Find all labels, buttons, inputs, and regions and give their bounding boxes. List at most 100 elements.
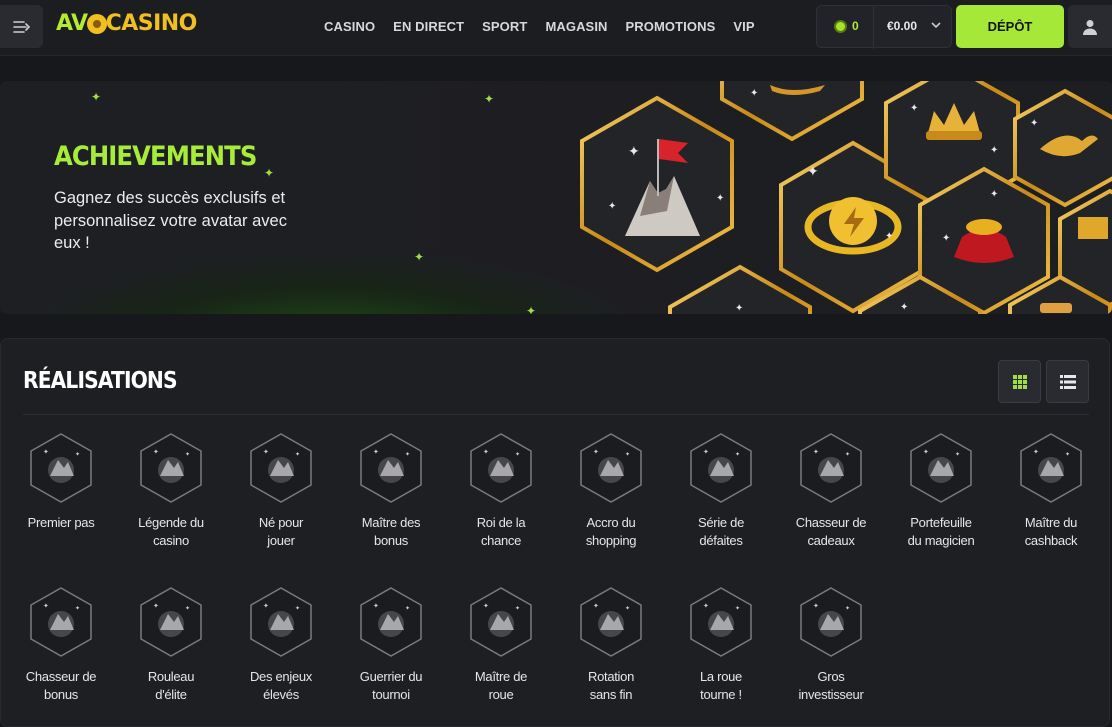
achievement-item[interactable]: ✦ ✦ Rotation sans fin	[561, 586, 661, 703]
achievement-label: Roi de la chance	[476, 515, 526, 548]
achievement-item[interactable]: ✦ ✦ Maître du cashback	[1001, 432, 1101, 549]
magic-cauldron-icon: ✦ ✦	[910, 433, 972, 503]
casino-logo[interactable]: AV CASINO	[56, 11, 197, 36]
achievement-item[interactable]: ✦ ✦ Roi de la chance	[451, 432, 551, 549]
coin-count: 0	[852, 19, 859, 33]
target-icon: ✦ ✦	[250, 433, 312, 503]
list-view-button[interactable]	[1046, 360, 1089, 403]
achievement-item[interactable]: ✦ ✦ Légende du casino	[121, 432, 221, 549]
svg-text:✦: ✦	[813, 602, 819, 610]
nav-shop[interactable]: MAGASIN	[545, 19, 607, 34]
nav-vip[interactable]: VIP	[733, 19, 754, 34]
sparkle-icon: ✦	[264, 166, 275, 180]
svg-text:✦: ✦	[405, 451, 410, 458]
achievement-item[interactable]: ✦ ✦ Gros investisseur	[781, 586, 881, 703]
section-title: RÉALISATIONS	[23, 368, 178, 394]
chevron-down-icon	[931, 22, 941, 29]
achievement-label: Série de défaites	[697, 515, 745, 548]
svg-text:✦: ✦	[845, 451, 850, 458]
treasure-icon: ✦ ✦	[360, 433, 422, 503]
menu-toggle-button[interactable]	[0, 5, 43, 48]
menu-collapse-icon	[12, 20, 30, 33]
achievement-label: Chasseur de cadeaux	[795, 515, 867, 548]
svg-text:✦: ✦	[185, 605, 190, 612]
achievement-item[interactable]: ✦ ✦ Accro du shopping	[561, 432, 661, 549]
svg-text:✦: ✦	[1065, 451, 1070, 458]
svg-text:✦: ✦	[845, 605, 850, 612]
achievement-label: Maître de roue	[474, 669, 528, 702]
achievement-item[interactable]: ✦ ✦ Série de défaites	[671, 432, 771, 549]
nav-live[interactable]: EN DIRECT	[393, 19, 464, 34]
avocado-logo-icon	[86, 13, 107, 34]
achievement-label: Premier pas	[27, 515, 95, 530]
svg-text:✦: ✦	[1033, 448, 1039, 456]
deposit-button[interactable]: DÉPÔT	[956, 5, 1064, 48]
achievement-item[interactable]: ✦ ✦ Maître des bonus	[341, 432, 441, 549]
wheel-icon: ✦ ✦	[690, 587, 752, 657]
grid-view-icon	[1012, 374, 1027, 389]
svg-text:✦: ✦	[593, 448, 599, 456]
achievement-item[interactable]: ✦ ✦ Guerrier du tournoi	[341, 586, 441, 703]
svg-text:✦: ✦	[43, 448, 49, 456]
wallet-selector[interactable]: 0 €0.00	[816, 5, 952, 49]
svg-text:✦: ✦	[1030, 118, 1038, 129]
svg-text:✦: ✦	[625, 605, 630, 612]
svg-text:✦: ✦	[593, 602, 599, 610]
nav-promotions[interactable]: PROMOTIONS	[626, 19, 716, 34]
achievements-banner: ✦ ✦ ✦ ✦ ✦ ACHIEVEMENTS Gagnez des succès…	[0, 81, 1112, 314]
grid-view-button[interactable]	[998, 360, 1041, 403]
svg-text:✦: ✦	[628, 143, 640, 159]
sparkle-icon: ✦	[484, 92, 495, 106]
user-account-button[interactable]	[1068, 5, 1112, 48]
achievement-label: Maître des bonus	[361, 515, 421, 548]
sparkle-icon: ✦	[526, 304, 537, 314]
svg-text:✦: ✦	[735, 605, 740, 612]
svg-text:✦: ✦	[923, 448, 929, 456]
svg-text:✦: ✦	[716, 193, 724, 204]
list-view-icon	[1059, 374, 1076, 389]
slot-machine-icon: ✦ ✦	[470, 587, 532, 657]
svg-text:✦: ✦	[990, 145, 998, 156]
section-divider	[23, 414, 1089, 415]
achievements-panel: RÉALISATIONS ✦ ✦ Premier pas ✦ ✦ Légende du ca…	[0, 338, 1110, 727]
svg-text:✦: ✦	[483, 602, 489, 610]
wallet-divider	[873, 6, 874, 49]
svg-text:✦: ✦	[885, 231, 893, 242]
svg-text:✦: ✦	[735, 451, 740, 458]
svg-text:✦: ✦	[75, 451, 80, 458]
svg-text:✦: ✦	[955, 451, 960, 458]
svg-text:✦: ✦	[515, 451, 520, 458]
achievement-label: La roue tourne !	[700, 669, 742, 702]
banner-subtitle: Gagnez des succès exclusifs et personnal…	[54, 189, 287, 252]
achievement-label: Des enjeux élevés	[249, 669, 313, 702]
achievement-label: Guerrier du tournoi	[359, 669, 423, 702]
svg-text:✦: ✦	[703, 602, 709, 610]
achievement-item[interactable]: ✦ ✦ Maître de roue	[451, 586, 551, 703]
achievement-item[interactable]: ✦ ✦ Né pour jouer	[231, 432, 331, 549]
coin-icon	[834, 20, 847, 33]
svg-text:✦: ✦	[43, 602, 49, 610]
shopping-bag-icon: ✦ ✦	[580, 433, 642, 503]
svg-text:✦: ✦	[263, 448, 269, 456]
svg-text:✦: ✦	[813, 448, 819, 456]
achievement-item[interactable]: ✦ ✦ Portefeuille du magicien	[891, 432, 991, 549]
achievement-item[interactable]: ✦ ✦ Chasseur de cadeaux	[781, 432, 881, 549]
balance-amount: €0.00	[887, 19, 918, 33]
achievement-item[interactable]: ✦ ✦ La roue tourne !	[671, 586, 771, 703]
achievement-label: Maître du cashback	[1024, 515, 1078, 548]
nav-casino[interactable]: CASINO	[324, 19, 375, 34]
nav-sport[interactable]: SPORT	[482, 19, 527, 34]
achievement-item[interactable]: ✦ ✦ Des enjeux élevés	[231, 586, 331, 703]
svg-text:✦: ✦	[807, 163, 819, 179]
sparkle-icon: ✦	[91, 90, 102, 104]
svg-text:✦: ✦	[405, 605, 410, 612]
achievement-item[interactable]: ✦ ✦ Rouleau d'élite	[121, 586, 221, 703]
lucky-king-icon: ✦ ✦	[470, 433, 532, 503]
achievement-item[interactable]: ✦ ✦ Premier pas	[11, 432, 111, 532]
achievement-item[interactable]: ✦ ✦ Chasseur de bonus	[11, 586, 111, 703]
trophy-icon: ✦ ✦	[360, 587, 422, 657]
svg-text:✦: ✦	[295, 605, 300, 612]
hooded-warrior-icon: ✦ ✦	[140, 587, 202, 657]
knight-icon: ✦ ✦	[30, 587, 92, 657]
svg-text:✦: ✦	[373, 448, 379, 456]
